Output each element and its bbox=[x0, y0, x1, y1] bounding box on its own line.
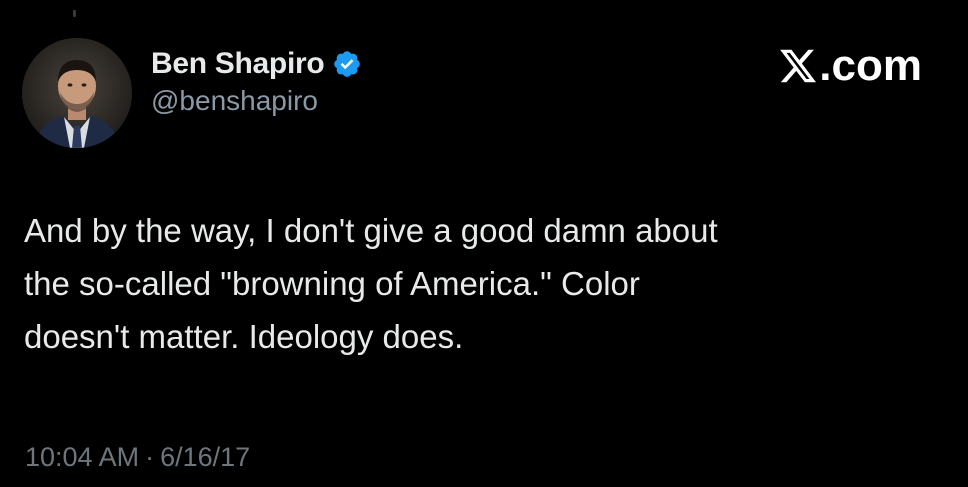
author-handle[interactable]: @benshapiro bbox=[151, 84, 362, 118]
brand-watermark: .com bbox=[778, 41, 922, 91]
tweet-line: the so-called "browning of America." Col… bbox=[24, 265, 640, 302]
tweet-time: 10:04 AM bbox=[25, 442, 140, 472]
name-row: Ben Shapiro bbox=[151, 46, 362, 82]
x-logo-icon bbox=[778, 46, 818, 86]
verified-badge-icon bbox=[332, 49, 362, 79]
author-name[interactable]: Ben Shapiro bbox=[151, 46, 325, 82]
meta-separator: · bbox=[145, 442, 155, 472]
tweet-text: And by the way, I don't give a good damn… bbox=[24, 204, 944, 363]
brand-domain: .com bbox=[819, 41, 922, 90]
image-artifact bbox=[73, 10, 76, 17]
tweet-header: Ben Shapiro @benshapiro bbox=[151, 46, 362, 118]
tweet-date: 6/16/17 bbox=[160, 442, 251, 472]
profile-photo-icon bbox=[22, 38, 132, 148]
tweet-timestamp[interactable]: 10:04 AM · 6/16/17 bbox=[25, 440, 250, 474]
tweet-line: doesn't matter. Ideology does. bbox=[24, 318, 464, 355]
tweet-card: Ben Shapiro @benshapiro .com And by the … bbox=[0, 0, 968, 487]
avatar[interactable] bbox=[22, 38, 132, 148]
tweet-line: And by the way, I don't give a good damn… bbox=[24, 212, 718, 249]
